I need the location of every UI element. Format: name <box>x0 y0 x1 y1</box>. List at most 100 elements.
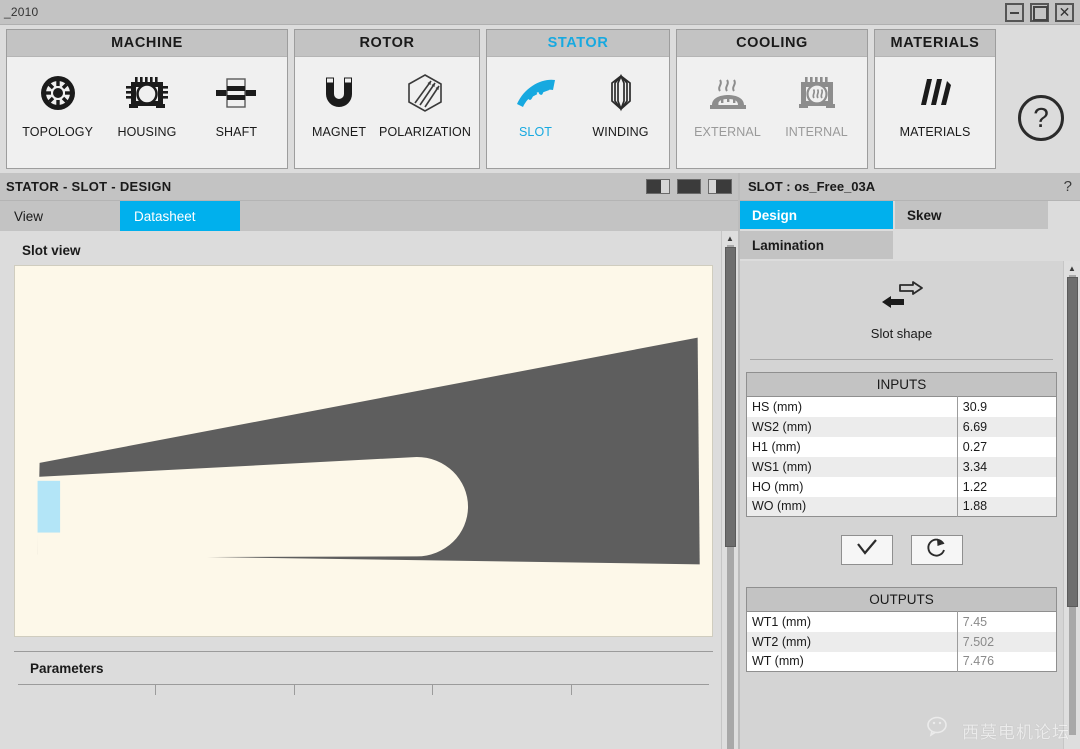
document-header: STATOR - SLOT - DESIGN <box>0 173 738 201</box>
table-row[interactable]: WS1 (mm) 3.34 <box>746 456 1057 477</box>
ribbon-item-slot[interactable]: SLOT <box>495 67 576 139</box>
ribbon-group-stator: STATOR SLOT WINDING <box>486 29 670 169</box>
slot-panel-tabs: Design Skew Lamination <box>740 201 1080 261</box>
layout-left-wide-button[interactable] <box>646 179 670 194</box>
ribbon-group-machine-title: MACHINE <box>7 30 287 57</box>
input-key: H1 (mm) <box>746 436 958 457</box>
ribbon-item-shaft[interactable]: SHAFT <box>194 67 279 139</box>
inputs-table: INPUTS HS (mm) 30.9 WS2 (mm) 6.69 H1 (mm… <box>746 372 1057 517</box>
scroll-up-arrow-icon[interactable]: ▲ <box>1064 261 1080 275</box>
ribbon-item-shaft-label: SHAFT <box>215 125 258 139</box>
action-buttons <box>746 535 1057 565</box>
output-key: WT1 (mm) <box>746 611 958 632</box>
tab-view[interactable]: View <box>0 201 120 231</box>
reset-button[interactable] <box>910 535 963 565</box>
ribbon-item-materials[interactable]: MATERIALS <box>885 67 985 139</box>
tab-datasheet[interactable]: Datasheet <box>120 201 240 231</box>
window-controls: ✕ <box>1005 2 1080 22</box>
slot-shape-divider <box>750 359 1053 360</box>
slot-tab-design[interactable]: Design <box>740 201 895 231</box>
ribbon-item-topology-label: TOPOLOGY <box>22 125 94 139</box>
ribbon-group-machine: MACHINE TOPOLOGY HOUSING SHAFT <box>6 29 288 169</box>
output-value: 7.45 <box>957 611 1057 632</box>
validate-button[interactable] <box>840 535 893 565</box>
input-value[interactable]: 6.69 <box>957 416 1057 437</box>
ribbon-item-topology[interactable]: TOPOLOGY <box>15 67 100 139</box>
document-tabs: View Datasheet <box>0 201 738 231</box>
ribbon-item-slot-label: SLOT <box>518 125 553 139</box>
ribbon-item-winding[interactable]: WINDING <box>580 67 661 139</box>
maximize-button[interactable] <box>1030 2 1049 22</box>
tab-filler <box>240 201 738 231</box>
ribbon-item-internal-cooling-label: INTERNAL <box>785 125 848 139</box>
input-key: WO (mm) <box>746 496 958 517</box>
tab-view-label: View <box>14 208 44 224</box>
outputs-table: OUTPUTS WT1 (mm) 7.45 WT2 (mm) 7.502 WT … <box>746 587 1057 672</box>
slot-shape-label: Slot shape <box>870 326 933 341</box>
ribbon-item-magnet[interactable]: MAGNET <box>303 67 375 139</box>
ribbon-item-magnet-label: MAGNET <box>311 125 367 139</box>
document-title: STATOR - SLOT - DESIGN <box>6 179 172 194</box>
parameters-table[interactable] <box>18 684 709 695</box>
input-value[interactable]: 1.88 <box>957 496 1057 517</box>
slot-icon <box>513 69 559 117</box>
slot-panel-help-icon[interactable]: ? <box>1064 178 1072 195</box>
scrollbar-thumb[interactable] <box>1067 277 1078 607</box>
slot-tab-skew[interactable]: Skew <box>895 201 1050 231</box>
scroll-up-arrow-icon[interactable]: ▲ <box>722 231 738 245</box>
ribbon-item-polarization-label: POLARIZATION <box>379 125 471 139</box>
close-button[interactable]: ✕ <box>1055 2 1074 22</box>
document-panel: STATOR - SLOT - DESIGN View Datasheet Sl… <box>0 173 740 749</box>
output-value: 7.476 <box>957 651 1057 672</box>
housing-icon <box>125 69 169 117</box>
input-value[interactable]: 0.27 <box>957 436 1057 457</box>
slot-tab-lamination-label: Lamination <box>752 237 825 253</box>
output-value: 7.502 <box>957 631 1057 652</box>
input-value[interactable]: 30.9 <box>957 396 1057 417</box>
input-value[interactable]: 3.34 <box>957 456 1057 477</box>
scrollbar-thumb[interactable] <box>725 247 736 547</box>
magnet-icon <box>318 69 360 117</box>
parameters-col <box>572 685 709 695</box>
swap-arrows-icon <box>879 281 925 320</box>
topology-icon <box>36 69 80 117</box>
layout-right-wide-button[interactable] <box>708 179 732 194</box>
slot-panel-vertical-scrollbar[interactable]: ▲ <box>1063 261 1080 749</box>
internal-cooling-icon <box>795 69 839 117</box>
ribbon-item-housing-label: HOUSING <box>117 125 177 139</box>
ribbon-item-external-cooling-label: EXTERNAL <box>694 125 761 139</box>
table-row[interactable]: HS (mm) 30.9 <box>746 396 1057 417</box>
input-key: WS1 (mm) <box>746 456 958 477</box>
slot-tab-skew-label: Skew <box>907 207 942 223</box>
table-row[interactable]: WS2 (mm) 6.69 <box>746 416 1057 437</box>
ribbon-item-polarization[interactable]: POLARIZATION <box>379 67 471 139</box>
parameters-col <box>156 685 295 695</box>
ribbon-item-internal-cooling[interactable]: INTERNAL <box>774 67 859 139</box>
table-row[interactable]: WO (mm) 1.88 <box>746 496 1057 517</box>
table-row[interactable]: H1 (mm) 0.27 <box>746 436 1057 457</box>
slot-panel-body: Slot shape INPUTS HS (mm) 30.9 WS2 (mm) <box>740 261 1080 749</box>
ribbon-item-housing[interactable]: HOUSING <box>104 67 189 139</box>
parameters-col <box>18 685 157 695</box>
ribbon-item-winding-label: WINDING <box>592 125 649 139</box>
minimize-button[interactable] <box>1005 2 1024 22</box>
document-body: Slot view Parameters ▲ <box>0 231 738 749</box>
slot-tab-design-label: Design <box>752 207 798 223</box>
input-value[interactable]: 1.22 <box>957 476 1057 497</box>
help-button[interactable]: ? <box>1018 95 1064 141</box>
ribbon-group-cooling-title: COOLING <box>677 30 867 57</box>
document-vertical-scrollbar[interactable]: ▲ <box>721 231 738 749</box>
ribbon-group-stator-title: STATOR <box>487 30 669 57</box>
help-glyph: ? <box>1033 102 1049 133</box>
slot-view-canvas[interactable] <box>14 265 713 637</box>
ribbon-item-external-cooling[interactable]: EXTERNAL <box>685 67 770 139</box>
slot-tab-lamination[interactable]: Lamination <box>740 231 895 261</box>
external-cooling-icon <box>706 69 750 117</box>
inputs-table-title: INPUTS <box>746 372 1057 396</box>
input-key: HO (mm) <box>746 476 958 497</box>
input-key: HS (mm) <box>746 396 958 417</box>
slot-shape-button[interactable]: Slot shape <box>746 267 1057 353</box>
layout-full-button[interactable] <box>677 179 701 194</box>
slot-panel-title: SLOT : os_Free_03A <box>748 179 876 194</box>
table-row[interactable]: HO (mm) 1.22 <box>746 476 1057 497</box>
